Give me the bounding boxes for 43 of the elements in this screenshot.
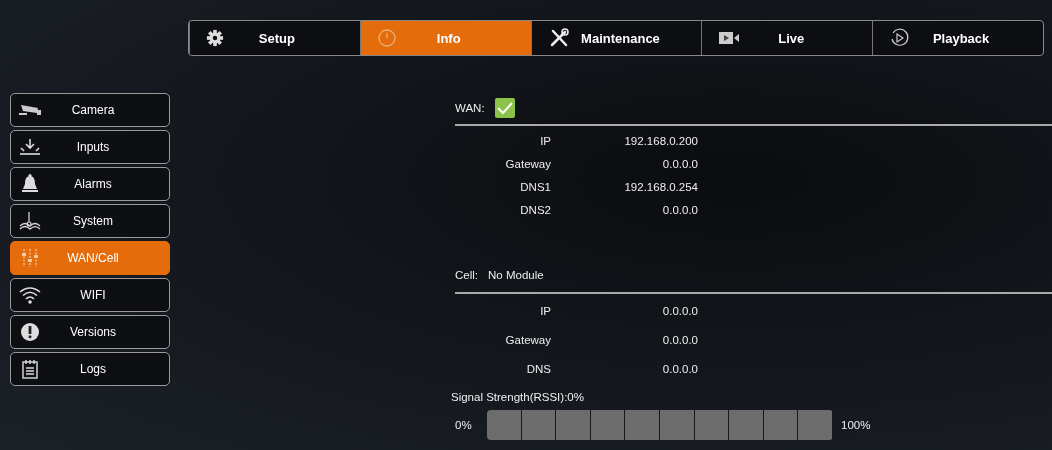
sidebar-item[interactable]: System xyxy=(10,204,170,238)
clock-icon xyxy=(376,28,397,48)
field-label: IP xyxy=(539,134,551,147)
tab[interactable]: Playback xyxy=(872,21,1043,55)
sidebar-item[interactable]: Logs xyxy=(10,352,170,386)
wifi-icon xyxy=(19,286,41,304)
bell-icon xyxy=(22,174,38,194)
download-arrows-icon xyxy=(19,138,41,156)
cell-label: Cell: xyxy=(455,269,478,281)
tab[interactable]: Setup xyxy=(189,21,360,55)
wan-label: WAN: xyxy=(455,102,485,114)
field-value: 0.0.0.0 xyxy=(661,362,698,375)
field-value: 192.168.0.254 xyxy=(623,180,698,193)
field-value: 0.0.0.0 xyxy=(661,333,698,346)
play-icon xyxy=(889,28,910,48)
security-camera-icon xyxy=(18,102,42,118)
field-value: 0.0.0.0 xyxy=(661,203,698,216)
field-label: Gateway xyxy=(504,157,551,170)
exclamation-icon xyxy=(20,322,40,342)
field-value: 192.168.0.200 xyxy=(623,134,698,147)
field-value: 0.0.0.0 xyxy=(661,157,698,170)
meter-max-label: 100% xyxy=(841,419,871,431)
field-label: DNS1 xyxy=(519,180,551,193)
sliders-icon xyxy=(21,248,39,268)
tab[interactable]: Maintenance xyxy=(530,21,702,55)
meter-min-label: 0% xyxy=(455,419,473,431)
gear-icon xyxy=(206,29,224,47)
sidebar-item[interactable]: WIFI xyxy=(10,278,170,312)
signal-label: Signal Strength(RSSI):0% xyxy=(451,391,584,403)
sidebar-item[interactable]: Versions xyxy=(10,315,170,349)
cell-status: No Module xyxy=(488,269,544,281)
field-label: DNS2 xyxy=(519,203,551,216)
field-label: IP xyxy=(539,304,551,317)
sidebar-item[interactable]: Camera xyxy=(10,93,170,127)
field-label: Gateway xyxy=(504,333,551,346)
tab[interactable]: Live xyxy=(701,21,873,55)
notepad-icon xyxy=(22,359,38,379)
field-label: DNS xyxy=(525,362,551,375)
sidebar-item[interactable]: Alarms xyxy=(10,167,170,201)
thermometer-waves-icon xyxy=(19,211,41,231)
sidebar-item[interactable]: Inputs xyxy=(10,130,170,164)
video-camera-icon xyxy=(718,30,741,46)
field-value: 0.0.0.0 xyxy=(661,304,698,317)
